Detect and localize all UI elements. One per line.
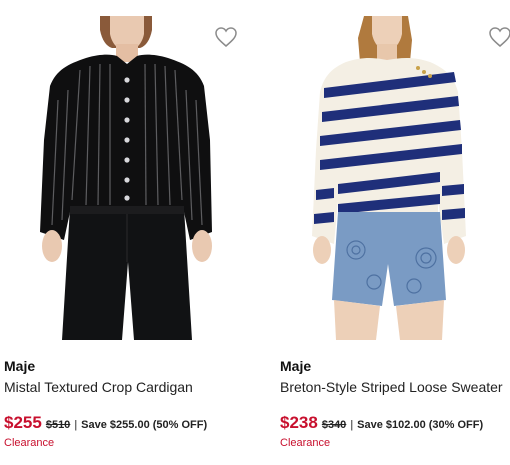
price-separator: | bbox=[350, 419, 354, 431]
product-card-sweater[interactable]: Maje Breton-Style Striped Loose Sweater … bbox=[276, 0, 510, 465]
price-row: $255 $510 | Save $255.00 (50% OFF) bbox=[4, 413, 207, 433]
product-brand[interactable]: Maje bbox=[280, 358, 311, 374]
price-row: $238 $340 | Save $102.00 (30% OFF) bbox=[280, 413, 483, 433]
sale-price: $238 bbox=[280, 413, 318, 432]
clearance-badge: Clearance bbox=[4, 437, 55, 449]
savings-text: Save $255.00 (50% OFF) bbox=[81, 419, 208, 431]
product-title[interactable]: Breton-Style Striped Loose Sweater bbox=[280, 379, 503, 395]
heart-outline-icon[interactable] bbox=[488, 26, 510, 48]
price-separator: | bbox=[74, 419, 78, 431]
clearance-badge: Clearance bbox=[280, 437, 331, 449]
original-price: $510 bbox=[45, 419, 71, 431]
heart-outline-icon[interactable] bbox=[214, 26, 238, 48]
product-brand[interactable]: Maje bbox=[4, 358, 35, 374]
savings-text: Save $102.00 (30% OFF) bbox=[357, 419, 484, 431]
product-image-sweater[interactable] bbox=[276, 0, 510, 340]
product-card-cardigan[interactable]: Maje Mistal Textured Crop Cardigan $255 … bbox=[0, 0, 262, 465]
product-title[interactable]: Mistal Textured Crop Cardigan bbox=[4, 379, 193, 395]
sale-price: $255 bbox=[4, 413, 42, 432]
product-image-cardigan[interactable] bbox=[0, 0, 262, 340]
original-price: $340 bbox=[321, 419, 347, 431]
